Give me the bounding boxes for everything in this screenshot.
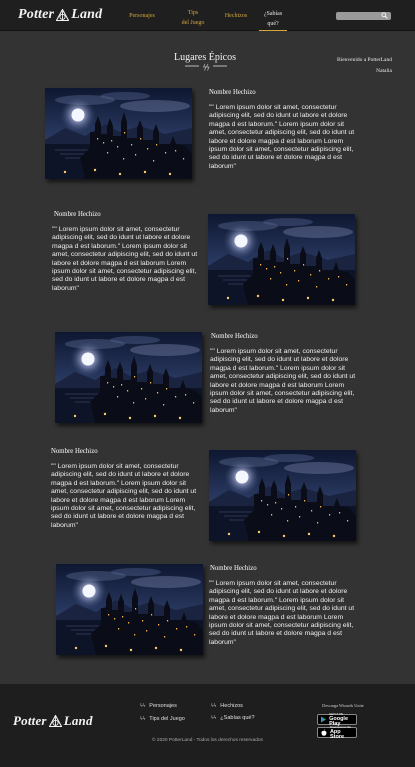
footer-link-label: Hechizos	[220, 703, 243, 709]
google-play-icon	[321, 716, 327, 723]
article-title: Nombre Hechizo	[209, 89, 256, 96]
nav-hechizos-label: Hechizos	[224, 13, 248, 19]
nav-tips-del-juego[interactable]: Tips del Juego	[178, 8, 208, 28]
nav-tips-label-line1: Tips	[187, 10, 199, 16]
article-text: "" Lorem ipsum dolor sit amet, consectet…	[210, 348, 356, 414]
google-play-button[interactable]: GET IT ON Google Play	[317, 712, 357, 727]
page-title: Lugares Épicos	[174, 52, 236, 63]
title-ornament-icon	[185, 63, 227, 71]
nav-personajes[interactable]: Personajes	[127, 11, 157, 21]
download-label: Descarga Wizards Unite	[322, 703, 364, 708]
brand-name-left: Potter	[18, 7, 55, 22]
footer-link-label: Tips del Juego	[149, 716, 185, 722]
user-name[interactable]: Natalia	[300, 66, 392, 77]
apple-icon	[321, 729, 327, 736]
nav-tips-label-line2: del Juego	[181, 20, 205, 26]
brand-name-left: Potter	[13, 713, 47, 728]
article-title: Nombre Hechizo	[54, 211, 101, 218]
article-image	[209, 450, 356, 541]
footer-link-label: Personajes	[149, 703, 177, 709]
deathly-hallows-icon	[48, 715, 62, 727]
article-text: "" Lorem ipsum dolor sit amet, consectet…	[209, 104, 355, 170]
article-image	[56, 564, 203, 655]
article-title: Nombre Hechizo	[211, 333, 258, 340]
footer-link-hechizos[interactable]: ϟϟ Hechizos	[211, 703, 243, 709]
lightning-bolt-icon: ϟϟ	[140, 716, 146, 722]
nav-hechizos[interactable]: Hechizos	[222, 11, 250, 21]
footer-link-personajes[interactable]: ϟϟ Personajes	[140, 703, 177, 709]
article-title: Nombre Hechizo	[51, 448, 98, 455]
castle-image	[208, 214, 355, 305]
brand-name-right: Land	[63, 713, 93, 728]
castle-image	[209, 450, 356, 541]
article-image	[55, 332, 202, 423]
nav-sabias-label-line1: ¿Sabías	[263, 11, 283, 17]
article-text: "" Lorem ipsum dolor sit amet, consectet…	[52, 226, 198, 292]
article-image	[45, 88, 192, 179]
castle-image	[56, 564, 203, 655]
article-text: "" Lorem ipsum dolor sit amet, consectet…	[209, 580, 355, 646]
article-image	[208, 214, 355, 305]
lightning-bolt-icon: ϟϟ	[211, 703, 217, 709]
footer-link-tips[interactable]: ϟϟ Tips del Juego	[140, 716, 185, 722]
search-icon[interactable]	[381, 12, 388, 19]
brand-logo[interactable]: Potter Land	[18, 7, 102, 23]
app-store-big-text: App Store	[329, 729, 345, 740]
app-store-button[interactable]: Download on the App Store	[317, 725, 357, 740]
article-text: "" Lorem ipsum dolor sit amet, consectet…	[51, 463, 197, 529]
lightning-bolt-icon: ϟϟ	[211, 715, 217, 721]
copyright-text: © 2020 PotterLand - Todos los derechos r…	[152, 738, 263, 743]
nav-sabias-label-line2: qué?	[267, 21, 279, 27]
search-input[interactable]	[336, 12, 391, 20]
footer-link-sabias[interactable]: ϟϟ ¿Sabías qué?	[211, 715, 255, 721]
brand-name-right: Land	[71, 7, 103, 22]
top-navbar: Potter Land Personajes Tips del Juego He…	[0, 0, 415, 31]
footer: Potter Land ϟϟ Personajes ϟϟ Hechizos ϟϟ…	[0, 684, 415, 767]
deathly-hallows-icon	[56, 9, 70, 21]
lightning-bolt-icon: ϟϟ	[140, 703, 146, 709]
footer-logo[interactable]: Potter Land	[13, 713, 93, 729]
castle-image	[55, 332, 202, 423]
footer-link-label: ¿Sabías qué?	[220, 715, 255, 721]
castle-image	[45, 88, 192, 179]
welcome-text: Bienvenido a PotterLand	[337, 57, 392, 63]
welcome-message: Bienvenido a PotterLand Natalia	[300, 55, 392, 77]
article-title: Nombre Hechizo	[210, 565, 257, 572]
nav-sabias-que[interactable]: ¿Sabías qué?	[259, 9, 287, 31]
nav-personajes-label: Personajes	[129, 13, 155, 19]
